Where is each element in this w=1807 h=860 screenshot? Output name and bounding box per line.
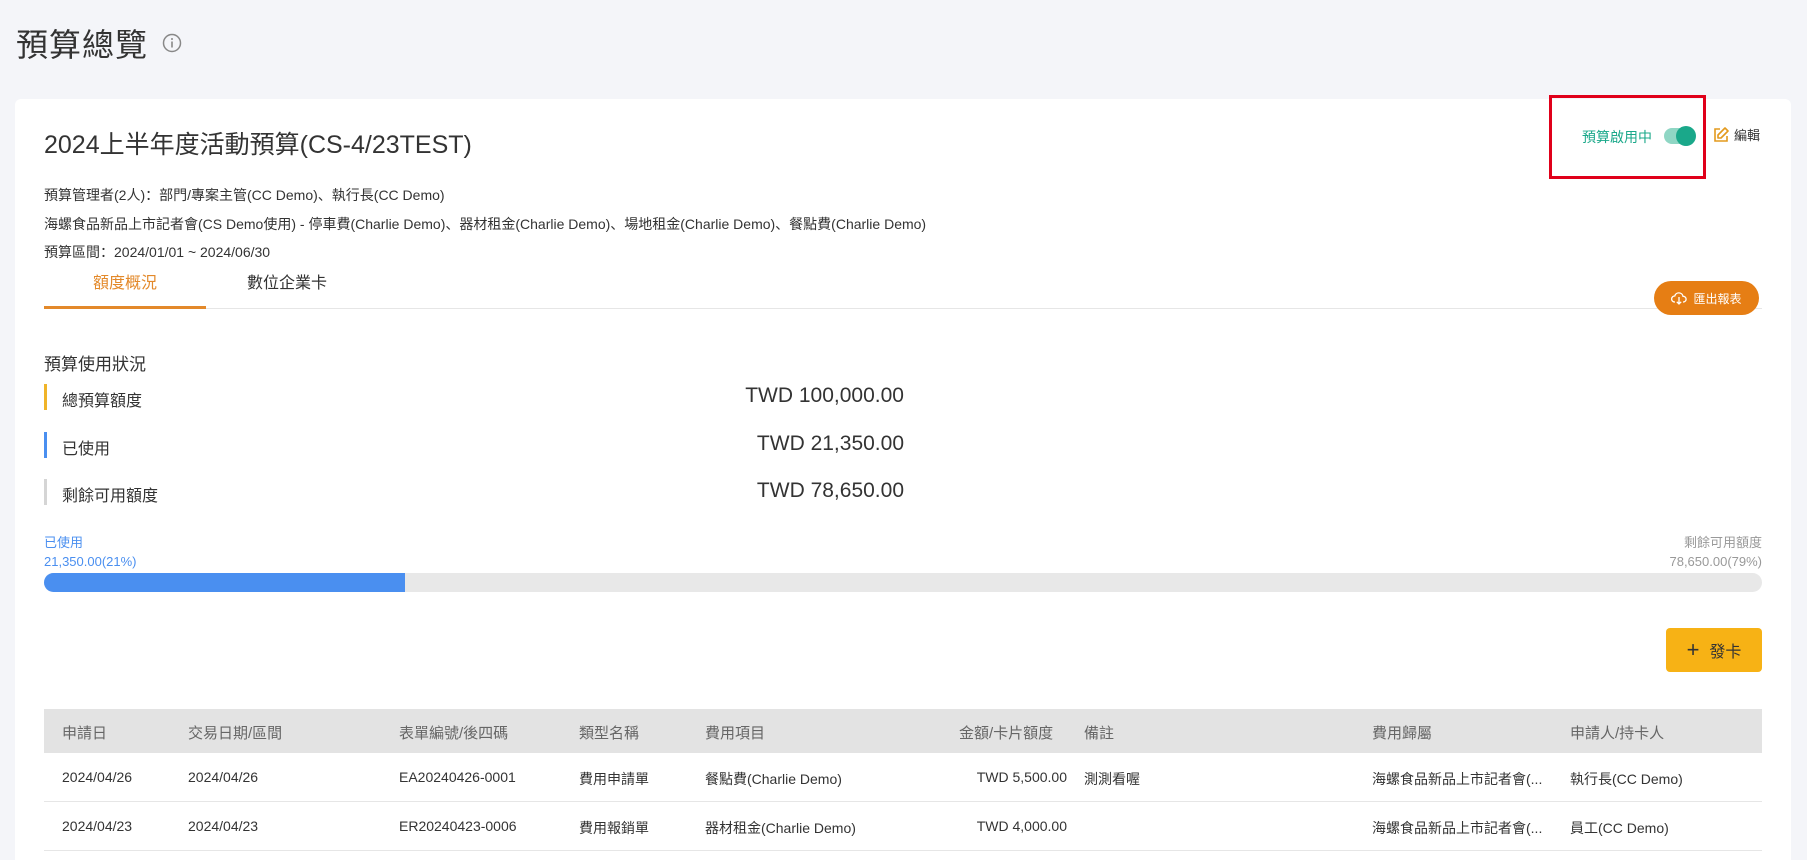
column-header[interactable]: 金額/卡片額度	[959, 722, 1053, 743]
budget-card: 2024上半年度活動預算(CS-4/23TEST) 預算管理者(2人)：部門/專…	[15, 95, 1791, 860]
stat-remaining: 剩餘可用額度 TWD 78,650.00	[44, 479, 904, 505]
edit-label: 編輯	[1734, 128, 1761, 143]
budget-period: 預算區間：2024/01/01 ~ 2024/06/30	[44, 244, 271, 260]
cell-apply-date: 2024/04/23	[62, 818, 133, 834]
stat-value: TWD 100,000.00	[745, 384, 904, 407]
tab-quota-overview[interactable]: 額度概況	[44, 269, 206, 309]
budget-status-label: 預算啟用中	[1582, 129, 1652, 145]
cell-form-number[interactable]: ER20240423-0006	[399, 818, 517, 834]
budget-managers: 預算管理者(2人)：部門/專案主管(CC Demo)、執行長(CC Demo)	[44, 187, 445, 203]
cell-apply-date: 2024/04/26	[62, 769, 133, 785]
cell-amount: TWD 5,500.00	[976, 769, 1067, 785]
stat-label: 總預算額度	[62, 393, 143, 410]
stat-color-bar	[44, 432, 47, 458]
stat-value: TWD 21,350.00	[756, 432, 904, 455]
cell-form-number[interactable]: EA20240426-0001	[399, 769, 516, 785]
column-header[interactable]: 類型名稱	[579, 722, 639, 743]
cell-transaction-date: 2024/04/23	[188, 818, 259, 834]
transactions-table: 申請日 交易日期/區間 表單編號/後四碼 類型名稱 費用項目 金額/卡片額度 備…	[44, 709, 1762, 851]
cell-expense-item: 器材租金(Charlie Demo)	[705, 820, 856, 836]
cell-note: 測測看喔	[1084, 771, 1140, 787]
budget-scope: 海螺食品新品上市記者會(CS Demo使用) - 停車費(Charlie Dem…	[44, 216, 927, 232]
tab-digital-card[interactable]: 數位企業卡	[206, 269, 368, 309]
stat-color-bar	[44, 479, 47, 505]
cell-applicant: 員工(CC Demo)	[1570, 820, 1669, 836]
export-report-button[interactable]: 匯出報表	[1654, 281, 1759, 315]
page-title: 預算總覽	[16, 27, 149, 63]
edit-button[interactable]: 編輯	[1712, 125, 1760, 144]
progress-used-value: 21,350.00(21%)	[44, 554, 137, 569]
progress-remaining-label: 剩餘可用額度	[1683, 535, 1762, 550]
export-report-label: 匯出報表	[1693, 291, 1742, 306]
plus-icon: +	[1686, 637, 1700, 662]
toggle-knob	[1676, 126, 1696, 146]
stat-label: 剩餘可用額度	[62, 488, 159, 505]
edit-icon	[1714, 126, 1729, 142]
cell-expense-item: 餐點費(Charlie Demo)	[705, 771, 842, 787]
budget-status-toggle[interactable]	[1664, 126, 1696, 146]
stat-used: 已使用 TWD 21,350.00	[44, 432, 904, 458]
stat-total-budget: 總預算額度 TWD 100,000.00	[44, 384, 904, 410]
info-icon[interactable]	[162, 33, 182, 53]
cell-applicant: 執行長(CC Demo)	[1570, 771, 1683, 787]
cloud-download-icon	[1671, 292, 1688, 305]
budget-progress-bar	[44, 573, 1762, 592]
table-header: 申請日 交易日期/區間 表單編號/後四碼 類型名稱 費用項目 金額/卡片額度 備…	[44, 709, 1762, 753]
page-header: 預算總覽	[16, 20, 182, 66]
column-header[interactable]: 申請日	[62, 722, 107, 743]
table-row[interactable]: 2024/04/23 2024/04/23 ER20240423-0006 費用…	[44, 802, 1762, 851]
column-header[interactable]: 費用項目	[705, 722, 765, 743]
stat-color-bar	[44, 384, 47, 410]
table-row[interactable]: 2024/04/26 2024/04/26 EA20240426-0001 費用…	[44, 753, 1762, 802]
column-header[interactable]: 表單編號/後四碼	[399, 722, 508, 743]
budget-title: 2024上半年度活動預算(CS-4/23TEST)	[44, 131, 472, 159]
stat-value: TWD 78,650.00	[756, 479, 904, 502]
stat-label: 已使用	[62, 441, 111, 458]
usage-section-title: 預算使用狀況	[44, 355, 146, 374]
progress-fill	[44, 573, 405, 592]
column-header[interactable]: 交易日期/區間	[188, 722, 282, 743]
progress-used-label: 已使用	[44, 535, 84, 550]
cell-attribution: 海螺食品新品上市記者會(...	[1372, 771, 1543, 787]
column-header[interactable]: 費用歸屬	[1372, 722, 1432, 743]
tab-bar: 額度概況 數位企業卡	[44, 269, 1762, 309]
cell-attribution: 海螺食品新品上市記者會(...	[1372, 820, 1543, 836]
issue-card-button[interactable]: + 發卡	[1666, 628, 1762, 672]
cell-type: 費用申請單	[579, 771, 649, 787]
issue-card-label: 發卡	[1709, 644, 1742, 661]
column-header[interactable]: 申請人/持卡人	[1570, 722, 1664, 743]
cell-transaction-date: 2024/04/26	[188, 769, 259, 785]
progress-remaining-value: 78,650.00(79%)	[1669, 554, 1762, 569]
cell-type: 費用報銷單	[579, 820, 649, 836]
cell-amount: TWD 4,000.00	[976, 818, 1067, 834]
column-header[interactable]: 備註	[1084, 722, 1114, 743]
